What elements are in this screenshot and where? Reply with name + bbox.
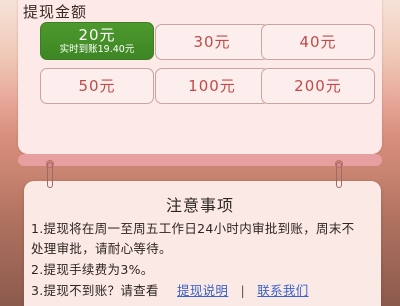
amount-option-100[interactable]: 100元 <box>155 68 269 104</box>
notice-line-4: 3.提现不到账？请查看 提现说明 | 联系我们 <box>31 280 309 299</box>
amount-section-title: 提现金额 <box>23 3 88 21</box>
amount-option-200[interactable]: 200元 <box>261 68 375 104</box>
notice-line-1: 1.提现将在周一至周五工作日24小时内审批到账，周末不 <box>31 221 355 236</box>
withdraw-rules-link[interactable]: 提现说明 <box>177 283 228 298</box>
amount-option-label: 50元 <box>78 76 116 95</box>
amount-option-label: 30元 <box>193 32 231 51</box>
contact-us-link[interactable]: 联系我们 <box>257 283 308 298</box>
amount-option-40[interactable]: 40元 <box>261 24 375 60</box>
amount-option-label: 200元 <box>294 76 342 95</box>
notice-line-4-prefix: 3.提现不到账？请查看 <box>31 283 159 298</box>
amount-option-50[interactable]: 50元 <box>40 68 154 104</box>
notice-line-3: 2.提现手续费为3%。 <box>31 262 154 277</box>
amount-option-label: 40元 <box>299 32 337 51</box>
amount-option-sub: 实时到账19.40元 <box>59 43 135 55</box>
amount-option-20[interactable]: 20元 实时到账19.40元 <box>40 22 154 60</box>
amount-option-label: 20元 <box>78 25 116 44</box>
link-separator: | <box>240 283 246 298</box>
card-hanger-strip <box>18 154 382 166</box>
hanger-hook-right <box>336 162 342 188</box>
amount-option-30[interactable]: 30元 <box>155 24 269 60</box>
amount-option-label: 100元 <box>188 76 236 95</box>
hanger-hook-left <box>47 162 53 188</box>
notice-line-2: 处理审批，请耐心等待。 <box>31 241 172 256</box>
notice-title: 注意事项 <box>165 196 234 215</box>
